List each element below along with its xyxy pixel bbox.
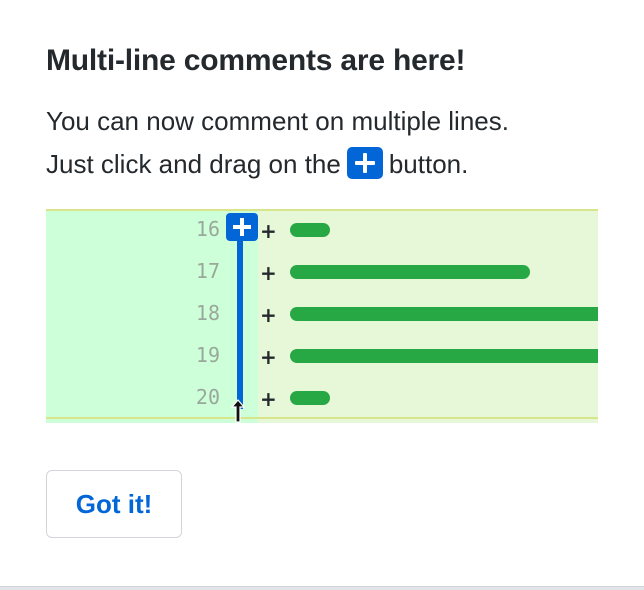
got-it-button[interactable]: Got it!	[46, 470, 182, 538]
multiline-comments-tip: Multi-line comments are here! You can no…	[0, 0, 644, 586]
code-placeholder-bar	[290, 349, 598, 363]
line-number: 16	[195, 217, 220, 241]
diff-top-border	[46, 209, 598, 211]
add-comment-plus-icon	[226, 213, 258, 241]
plus-icon	[346, 147, 383, 179]
code-placeholder-bar	[290, 223, 330, 237]
added-line-marker: +	[260, 219, 277, 243]
popover-bottom-edge	[0, 586, 644, 590]
diff-gutter	[46, 209, 258, 423]
diff-bottom-border	[46, 417, 598, 419]
diff-illustration: 16 17 18 19 20 + + + + +	[46, 209, 598, 423]
line-number: 17	[195, 259, 220, 283]
added-line-marker: +	[260, 345, 277, 369]
added-line-marker: +	[260, 387, 277, 411]
tip-line-2-start: Just click and drag on the	[46, 149, 341, 179]
resize-cursor-icon	[230, 399, 246, 423]
line-number: 18	[195, 301, 220, 325]
tip-line-1: You can now comment on multiple lines.	[46, 106, 509, 136]
tip-title: Multi-line comments are here!	[46, 44, 466, 77]
drag-selection-line	[237, 231, 243, 409]
line-number: 19	[195, 343, 220, 367]
tip-line-2: Just click and drag on the button.	[46, 143, 509, 186]
code-placeholder-bar	[290, 265, 530, 279]
added-line-marker: +	[260, 261, 277, 285]
line-number: 20	[195, 385, 220, 409]
tip-line-2-end: button.	[388, 149, 469, 179]
tip-description: You can now comment on multiple lines. J…	[46, 100, 509, 186]
code-placeholder-bar	[290, 391, 330, 405]
added-line-marker: +	[260, 303, 277, 327]
code-placeholder-bar	[290, 307, 598, 321]
